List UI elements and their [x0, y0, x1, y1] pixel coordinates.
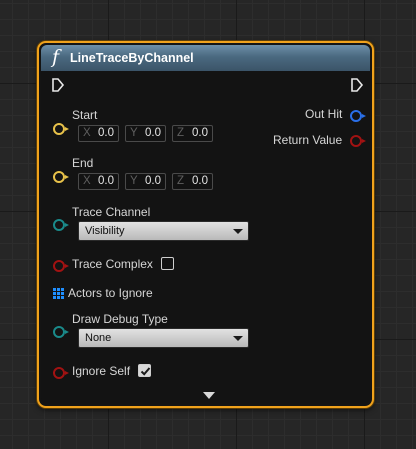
draw-debug-type-dropdown[interactable]: None: [78, 328, 249, 348]
draw-debug-type-label: Draw Debug Type: [72, 312, 168, 326]
draw-debug-type-pin[interactable]: [53, 326, 69, 338]
return-value-bool-pin[interactable]: [350, 135, 366, 147]
return-value-label: Return Value: [273, 133, 343, 147]
checkmark-icon: [140, 367, 151, 376]
node-header[interactable]: f LineTraceByChannel: [41, 45, 370, 71]
exec-out-pin[interactable]: [350, 78, 364, 92]
trace-complex-checkbox[interactable]: [161, 257, 174, 270]
start-y-field[interactable]: Y 0.0: [125, 125, 166, 142]
line-trace-by-channel-node[interactable]: f LineTraceByChannel Start X 0.0 Y 0.0 Z…: [37, 41, 374, 408]
node-body: Start X 0.0 Y 0.0 Z 0.0 Out Hit Return V…: [41, 71, 370, 404]
draw-debug-type-value: None: [85, 332, 112, 344]
end-x-field[interactable]: X 0.0: [78, 173, 119, 190]
trace-channel-label: Trace Channel: [72, 205, 151, 219]
start-vector-pin[interactable]: [53, 123, 69, 135]
start-z-field[interactable]: Z 0.0: [172, 125, 213, 142]
start-label: Start: [72, 108, 98, 122]
end-y-field[interactable]: Y 0.0: [125, 173, 166, 190]
end-label: End: [72, 156, 94, 170]
trace-channel-dropdown[interactable]: Visibility: [78, 221, 249, 241]
trace-complex-label: Trace Complex: [72, 257, 153, 271]
end-vector-pin[interactable]: [53, 171, 69, 183]
node-title: LineTraceByChannel: [70, 51, 194, 65]
trace-complex-pin[interactable]: [53, 260, 69, 272]
chevron-down-icon: [233, 229, 243, 234]
exec-in-pin[interactable]: [51, 78, 65, 92]
chevron-down-icon[interactable]: [202, 391, 216, 401]
actors-to-ignore-label: Actors to Ignore: [68, 286, 153, 300]
function-icon: f: [52, 46, 60, 68]
ignore-self-checkbox[interactable]: [138, 364, 151, 377]
array-grid-icon[interactable]: [53, 288, 64, 299]
start-x-field[interactable]: X 0.0: [78, 125, 119, 142]
ignore-self-label: Ignore Self: [72, 364, 131, 378]
out-hit-struct-pin[interactable]: [350, 110, 366, 122]
end-z-field[interactable]: Z 0.0: [172, 173, 213, 190]
trace-channel-value: Visibility: [85, 225, 125, 237]
chevron-down-icon: [233, 336, 243, 341]
ignore-self-pin[interactable]: [53, 367, 69, 379]
out-hit-label: Out Hit: [305, 107, 343, 121]
trace-channel-pin[interactable]: [53, 219, 69, 231]
